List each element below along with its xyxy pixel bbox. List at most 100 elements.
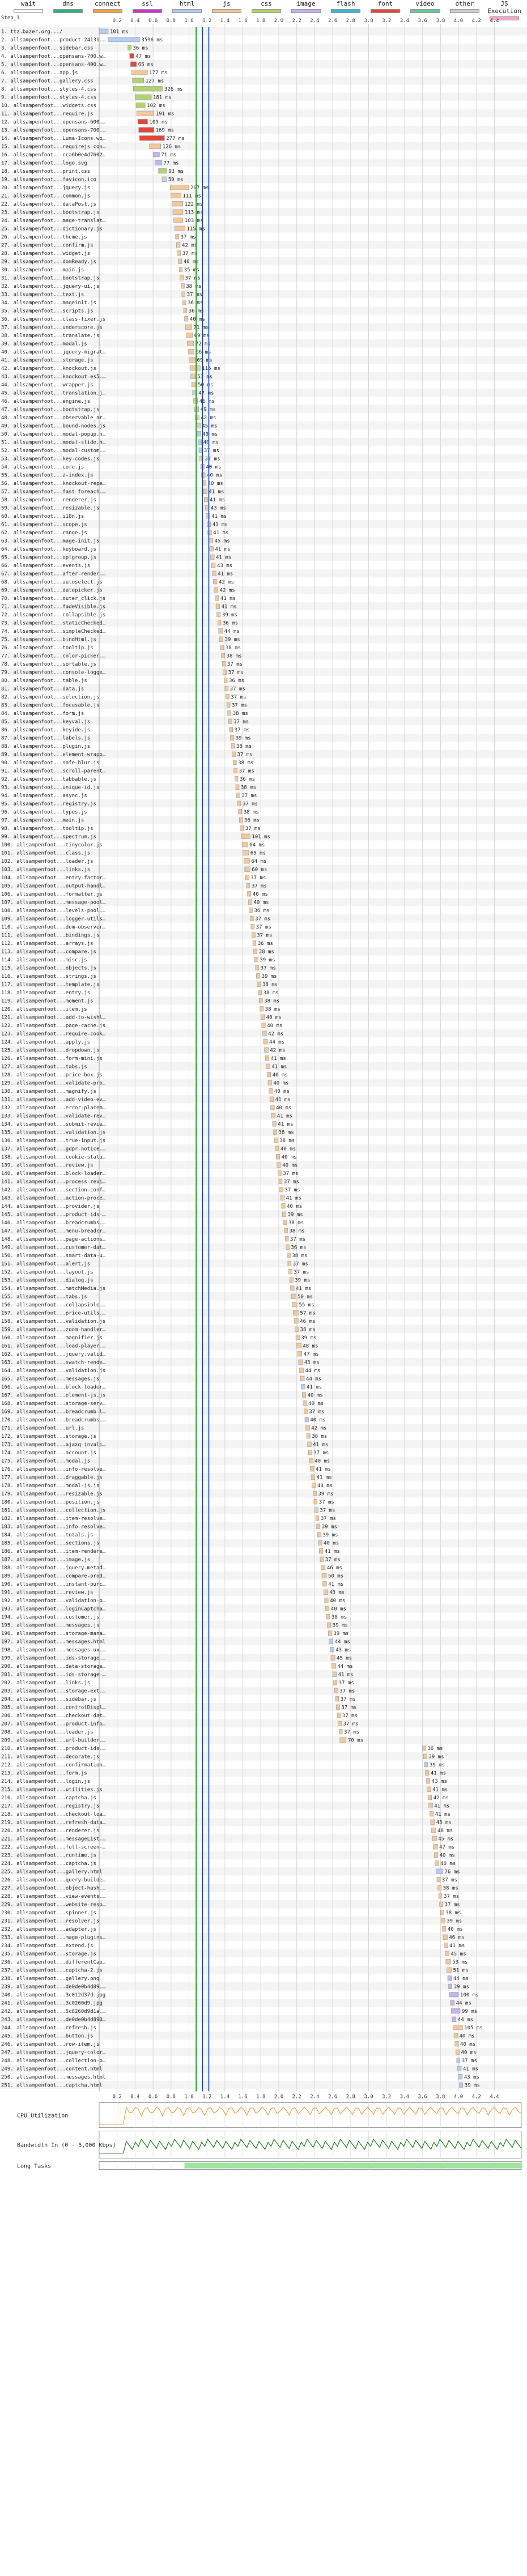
request-duration-label: 44 ms (456, 2001, 471, 2007)
request-bar (158, 168, 167, 174)
request-label: 128. allsampenfoot...price-box.js (1, 1072, 103, 1078)
request-label: 34. allsampenfoot...mageinit.js (1, 300, 96, 306)
request-duration-label: 37 ms (250, 875, 266, 881)
request-bar (298, 1359, 303, 1365)
request-label: 208. allsampenfoot...loader.js (1, 1730, 94, 1735)
request-bar (449, 1992, 459, 1998)
request-label: 89. allsampenfoot...element-wrapp… (1, 752, 106, 758)
request-label: 13. allsampenfoot...opensans-700.… (1, 128, 106, 134)
request-duration-label: 39 ms (333, 1631, 348, 1637)
request-bar (324, 1598, 329, 1603)
request-label: 3. allsampenfoot...sidebar.css (1, 46, 94, 52)
request-duration-label: 40 ms (440, 1861, 456, 1867)
x-tick-label-top: 3.6 (418, 18, 427, 24)
request-bar (108, 37, 140, 42)
request-duration-label: 38 ms (292, 1253, 307, 1259)
request-bar (308, 1450, 312, 1455)
request-bar (288, 1269, 292, 1275)
x-tick-label-bottom: 2.0 (274, 2094, 283, 2100)
request-bar (211, 563, 216, 568)
request-duration-label: 40 ms (274, 1089, 290, 1095)
request-duration-label: 47 ms (135, 54, 151, 59)
request-bar (245, 875, 249, 880)
request-label: 244. allsampenfoot...refresh.js (1, 2025, 96, 2031)
request-duration-label: 37 ms (442, 1877, 457, 1883)
request-label: 211. allsampenfoot...decorate.js (1, 1755, 99, 1760)
request-bar (330, 1647, 334, 1653)
request-label: 60. allsampenfoot...i18n.js (1, 514, 84, 520)
request-label: 214. allsampenfoot...login.js (1, 1779, 90, 1785)
request-duration-label: 40 ms (203, 440, 219, 446)
request-duration-label: 41 ms (325, 1549, 340, 1555)
x-tick-label-bottom: 0.4 (130, 2094, 139, 2100)
request-duration-label: 37 ms (252, 884, 267, 889)
request-bar (443, 1934, 448, 1940)
request-bar (284, 1236, 289, 1242)
request-label: 207. allsampenfoot...product-info… (1, 1722, 106, 1727)
request-label: 6. allsampenfoot...app.js (1, 70, 78, 76)
bandwidth-box (99, 2131, 522, 2158)
request-label: 9. allsampenfoot...styles-4.css (1, 95, 96, 101)
request-duration-label: 115 ms (202, 366, 220, 372)
request-label: 184. allsampenfoot...totals.js (1, 1532, 94, 1538)
request-bar (252, 932, 256, 938)
request-label: 175. allsampenfoot...modal.js (1, 1459, 90, 1464)
request-bar (456, 2058, 460, 2063)
request-duration-label: 38 ms (226, 645, 241, 651)
request-bar (330, 1655, 335, 1660)
request-bar (190, 373, 196, 379)
request-bar (433, 1844, 438, 1850)
x-tick-label-top: 0.6 (148, 18, 158, 24)
x-tick-label-bottom: 0.6 (148, 2094, 158, 2100)
request-label: 197. allsampenfoot...messages.html (1, 1640, 105, 1645)
request-duration-label: 41 ms (222, 604, 237, 610)
request-bar (175, 234, 179, 240)
request-label: 35. allsampenfoot...scripts.js (1, 309, 94, 314)
request-bar (183, 308, 187, 313)
request-bar (173, 218, 184, 223)
request-bar (254, 957, 258, 963)
request-duration-label: 39 ms (260, 957, 275, 963)
request-duration-label: 37 ms (204, 448, 219, 454)
request-bar (224, 678, 228, 683)
request-bar (241, 833, 250, 839)
request-label: 117. allsampenfoot...template.js (1, 982, 99, 988)
request-bar (203, 488, 207, 494)
request-duration-label: 43 ms (464, 2075, 479, 2080)
request-bar (228, 718, 232, 724)
request-duration-label: 69 ms (197, 358, 212, 364)
request-duration-label: 44 ms (305, 1368, 320, 1374)
legend-label: font (377, 0, 393, 7)
request-label: 109. allsampenfoot...logger-utils… (1, 917, 106, 922)
request-bar (247, 891, 252, 897)
request-duration-label: 47 ms (304, 1352, 319, 1357)
request-label: 71. allsampenfoot...fadeVisible.js (1, 604, 105, 610)
request-duration-label: 37 ms (293, 1262, 308, 1267)
request-bar (269, 1096, 274, 1102)
request-bar (309, 1458, 313, 1463)
request-bar (155, 160, 162, 165)
x-tick-label-top: 2.4 (310, 18, 319, 24)
request-duration-label: 41 ms (209, 489, 224, 495)
request-duration-label: 39 ms (301, 1335, 316, 1341)
request-bar (295, 1326, 299, 1332)
request-bar (431, 1828, 436, 1833)
request-label: 28. allsampenfoot...widget.js (1, 251, 90, 257)
request-label: 198. allsampenfoot...messages-ux.… (1, 1647, 106, 1653)
request-duration-label: 37 ms (230, 687, 245, 692)
request-label: 79. allsampenfoot...console-logge… (1, 670, 106, 676)
request-bar (447, 1967, 452, 1973)
request-label: 59. allsampenfoot...resizable.js (1, 506, 99, 512)
request-bar (273, 1129, 277, 1135)
request-label: 210. allsampenfoot...product-ids.… (1, 1746, 106, 1752)
request-duration-label: 101 ms (252, 834, 270, 840)
request-label: 125. allsampenfoot...dropdown.js (1, 1048, 99, 1054)
request-label: 178. allsampenfoot...modal-js.js (1, 1483, 99, 1489)
request-label: 70. allsampenfoot...outer_click.js (1, 596, 105, 602)
x-tick-label-bottom: 3.8 (436, 2094, 445, 2100)
request-label: 139. allsampenfoot...review.js (1, 1163, 94, 1169)
request-label: 171. allsampenfoot...url.js (1, 1426, 84, 1432)
request-label: 233. allsampenfoot...mage-plugins… (1, 1935, 106, 1941)
request-label: 173. allsampenfoot...ajaxq-invali… (1, 1442, 106, 1448)
request-label: 78. allsampenfoot...sortable.js (1, 662, 96, 667)
